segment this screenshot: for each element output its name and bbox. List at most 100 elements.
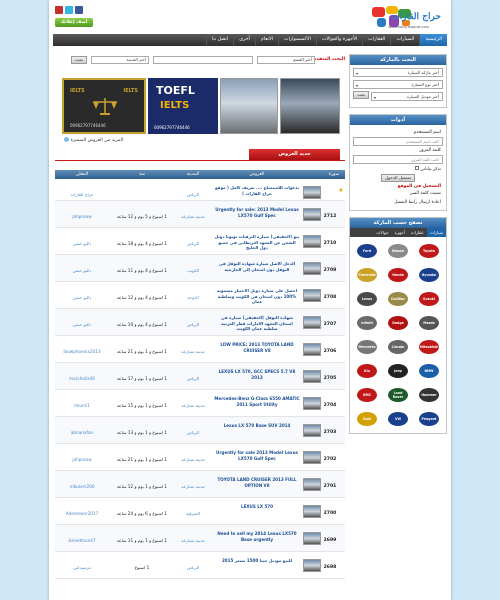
ad-title[interactable]: Lexus LX 570 Base SUV 2014: [211, 417, 303, 443]
ad-title[interactable]: بيع (الحقيقي) سيارة الترقيات تويوتا دوبل…: [211, 228, 303, 254]
table-row[interactable]: 2705 LEXUS LX 570, GCC SPECS 5.7 V8 2013 ا…: [55, 363, 345, 390]
ad-thumbnail[interactable]: [303, 255, 323, 281]
ad-thumbnail[interactable]: [303, 390, 323, 416]
ad-city[interactable]: الرياض: [175, 228, 211, 254]
ad-city[interactable]: الشرقية: [175, 498, 211, 524]
ad-city[interactable]: مدينة متنازعة: [175, 525, 211, 551]
nav-item-other[interactable]: أخرى: [233, 34, 255, 46]
ad-title[interactable]: TOYOTA LAND CRUISER 2013 FULL OPTION V8: [211, 471, 303, 497]
brand-logo[interactable]: Infiniti: [353, 313, 381, 333]
brand-logo[interactable]: Jeep: [384, 361, 412, 381]
table-row[interactable]: 2701 TOYOTA LAND CRUISER 2013 FULL OPTION…: [55, 471, 345, 498]
tab-real-estate[interactable]: عقارات: [408, 228, 427, 237]
ad-city[interactable]: مدينة متنازعة: [175, 390, 211, 416]
table-row[interactable]: 2706 LOW PRICE: 2013 TOYOTA LAND CRUISER …: [55, 336, 345, 363]
ad-title[interactable]: بدعوات للاستمتاع .... تعريف كامل ( موقع …: [211, 179, 303, 200]
brand-logo[interactable]: Land Rover: [384, 385, 412, 405]
ad-thumbnail[interactable]: [303, 282, 323, 308]
brand-logo[interactable]: Chevrolet: [353, 265, 381, 285]
brand-logo[interactable]: Lexus: [353, 289, 381, 309]
ad-thumbnail[interactable]: [303, 228, 323, 254]
ad-user[interactable]: داليو حسن: [55, 228, 109, 254]
add-ad-button[interactable]: أضف إعلانك مجانا: [55, 18, 93, 34]
ad-thumbnail[interactable]: [303, 552, 323, 578]
ad-title[interactable]: Urgently for sale 2013 Model Lexus LX570…: [211, 444, 303, 470]
ad-thumbnail[interactable]: [303, 179, 323, 200]
ad-title[interactable]: LEXUS LX 570, GCC SPECS 5.7 V8 2013: [211, 363, 303, 389]
table-row[interactable]: 2700 LEXUS LX 570 الشرقية 1 اسبوع و 6 يوم و…: [55, 498, 345, 525]
toefl-banner[interactable]: TOEFL IELTS 00962797746446: [148, 78, 218, 134]
ad-thumbnail[interactable]: [303, 417, 323, 443]
ad-title[interactable]: Need to sell my 2014 Lexus LX570 Base ur…: [211, 525, 303, 551]
car-banner-1[interactable]: [220, 78, 278, 134]
brand-logo[interactable]: Opel: [353, 409, 381, 429]
ad-title[interactable]: Mercedes-Benz G-Class 6550 AMATIC 2011 S…: [211, 390, 303, 416]
ad-user[interactable]: mbulser200: [55, 471, 109, 497]
category-select[interactable]: أختر القسم: [257, 56, 315, 64]
table-row[interactable]: 2702 Urgently for sale 2013 Model Lexus L…: [55, 444, 345, 471]
youtube-icon[interactable]: [55, 6, 63, 14]
brand-search-button[interactable]: بحث: [353, 91, 369, 99]
brand-logo[interactable]: Mercedes: [353, 337, 381, 357]
table-row[interactable]: 2698 للبيع موديل جيتا 1500 بسعر 2015 الريا…: [55, 552, 345, 579]
model-select[interactable]: أختر موديل السيارة ▾: [371, 92, 443, 101]
ad-user[interactable]: Aderoduer2017: [55, 498, 109, 524]
nav-item-contact[interactable]: اتصل بنا: [205, 34, 233, 46]
table-row[interactable]: 2709 الدخل الاصل سيارة شهادة التوفل في ال…: [55, 255, 345, 282]
brand-logo[interactable]: Ford: [353, 241, 381, 261]
table-row[interactable]: 2712 Urgently for sale: 2013 Model Lexus …: [55, 201, 345, 228]
table-row[interactable]: ★ بدعوات للاستمتاع .... تعريف كامل ( موقع…: [55, 179, 345, 201]
ad-user[interactable]: abnanafan: [55, 417, 109, 443]
ad-city[interactable]: الرياض: [175, 179, 211, 200]
search-button[interactable]: بحث: [71, 56, 87, 64]
ad-thumbnail[interactable]: [303, 309, 323, 335]
ad-user[interactable]: ikieedmun47: [55, 525, 109, 551]
nav-item-devices[interactable]: الأجهزة والجوالات: [315, 34, 362, 46]
nav-item-real-estate[interactable]: العقارات: [362, 34, 390, 46]
tab-phones[interactable]: جوالات: [373, 228, 391, 237]
nav-item-livestock[interactable]: الانعام: [254, 34, 278, 46]
tab-cars[interactable]: سيارات: [426, 228, 446, 237]
ad-user[interactable]: مرسيداس: [55, 552, 109, 578]
ad-title[interactable]: للبيع موديل جيتا 1500 بسعر 2015: [211, 552, 303, 578]
ad-thumbnail[interactable]: [303, 363, 323, 389]
brand-select[interactable]: أختر ماركة السيارة ▾: [353, 68, 443, 77]
brand-logo[interactable]: Lincoln: [384, 337, 412, 357]
nav-item-accessories[interactable]: الاكسسوارات: [278, 34, 316, 46]
ad-title[interactable]: الدخل الاصل سيارة شهادة التوفل في التوفل…: [211, 255, 303, 281]
ad-thumbnail[interactable]: [303, 471, 323, 497]
ad-thumbnail[interactable]: [303, 444, 323, 470]
ad-city[interactable]: الكويت: [175, 255, 211, 281]
brand-logo[interactable]: Hyundai: [415, 265, 443, 285]
ad-thumbnail[interactable]: [303, 498, 323, 524]
activation-link[interactable]: اعادة ارسال رابط التفعيل: [353, 200, 441, 205]
table-row[interactable]: 2708 احصل على سيارة دوبل الاختبار مضمونة …: [55, 282, 345, 309]
car-banner-2[interactable]: [280, 78, 340, 134]
brand-logo[interactable]: Mazda: [415, 313, 443, 333]
ad-user[interactable]: داليو حسن: [55, 309, 109, 335]
ad-city[interactable]: مدينة متنازعة: [175, 336, 211, 362]
ad-city[interactable]: مدينة متنازعة: [175, 444, 211, 470]
table-row[interactable]: 2699 Need to sell my 2014 Lexus LX570 Bas…: [55, 525, 345, 552]
facebook-icon[interactable]: [75, 6, 83, 14]
ad-user[interactable]: داليو حسن: [55, 255, 109, 281]
ad-user[interactable]: ibowphoenix2013: [55, 336, 109, 362]
ad-thumbnail[interactable]: [303, 525, 323, 551]
type-select[interactable]: أختر نوع السيارة ▾: [353, 80, 443, 89]
brand-logo[interactable]: Cadillac: [384, 289, 412, 309]
brand-logo[interactable]: VW: [384, 409, 412, 429]
brand-logo[interactable]: GMC: [353, 385, 381, 405]
search-input[interactable]: [153, 56, 253, 64]
register-link[interactable]: التسجيل في الموقع: [353, 184, 441, 189]
brand-logo[interactable]: Suzuki: [415, 289, 443, 309]
ad-city[interactable]: الرياض: [175, 552, 211, 578]
ad-city[interactable]: الرياض: [175, 363, 211, 389]
brand-logo[interactable]: BMW: [415, 361, 443, 381]
brand-logo[interactable]: Nissan: [384, 241, 412, 261]
table-row[interactable]: 2704 Mercedes-Benz G-Class 6550 AMATIC 20…: [55, 390, 345, 417]
ad-user[interactable]: داليو حسن: [55, 282, 109, 308]
nav-item-cars[interactable]: السيارات: [390, 34, 419, 46]
advanced-search-link[interactable]: البحث المتقدم: [313, 57, 345, 62]
brand-logo[interactable]: Dodge: [384, 313, 412, 333]
nav-item-home[interactable]: الرئيسية: [419, 34, 447, 46]
